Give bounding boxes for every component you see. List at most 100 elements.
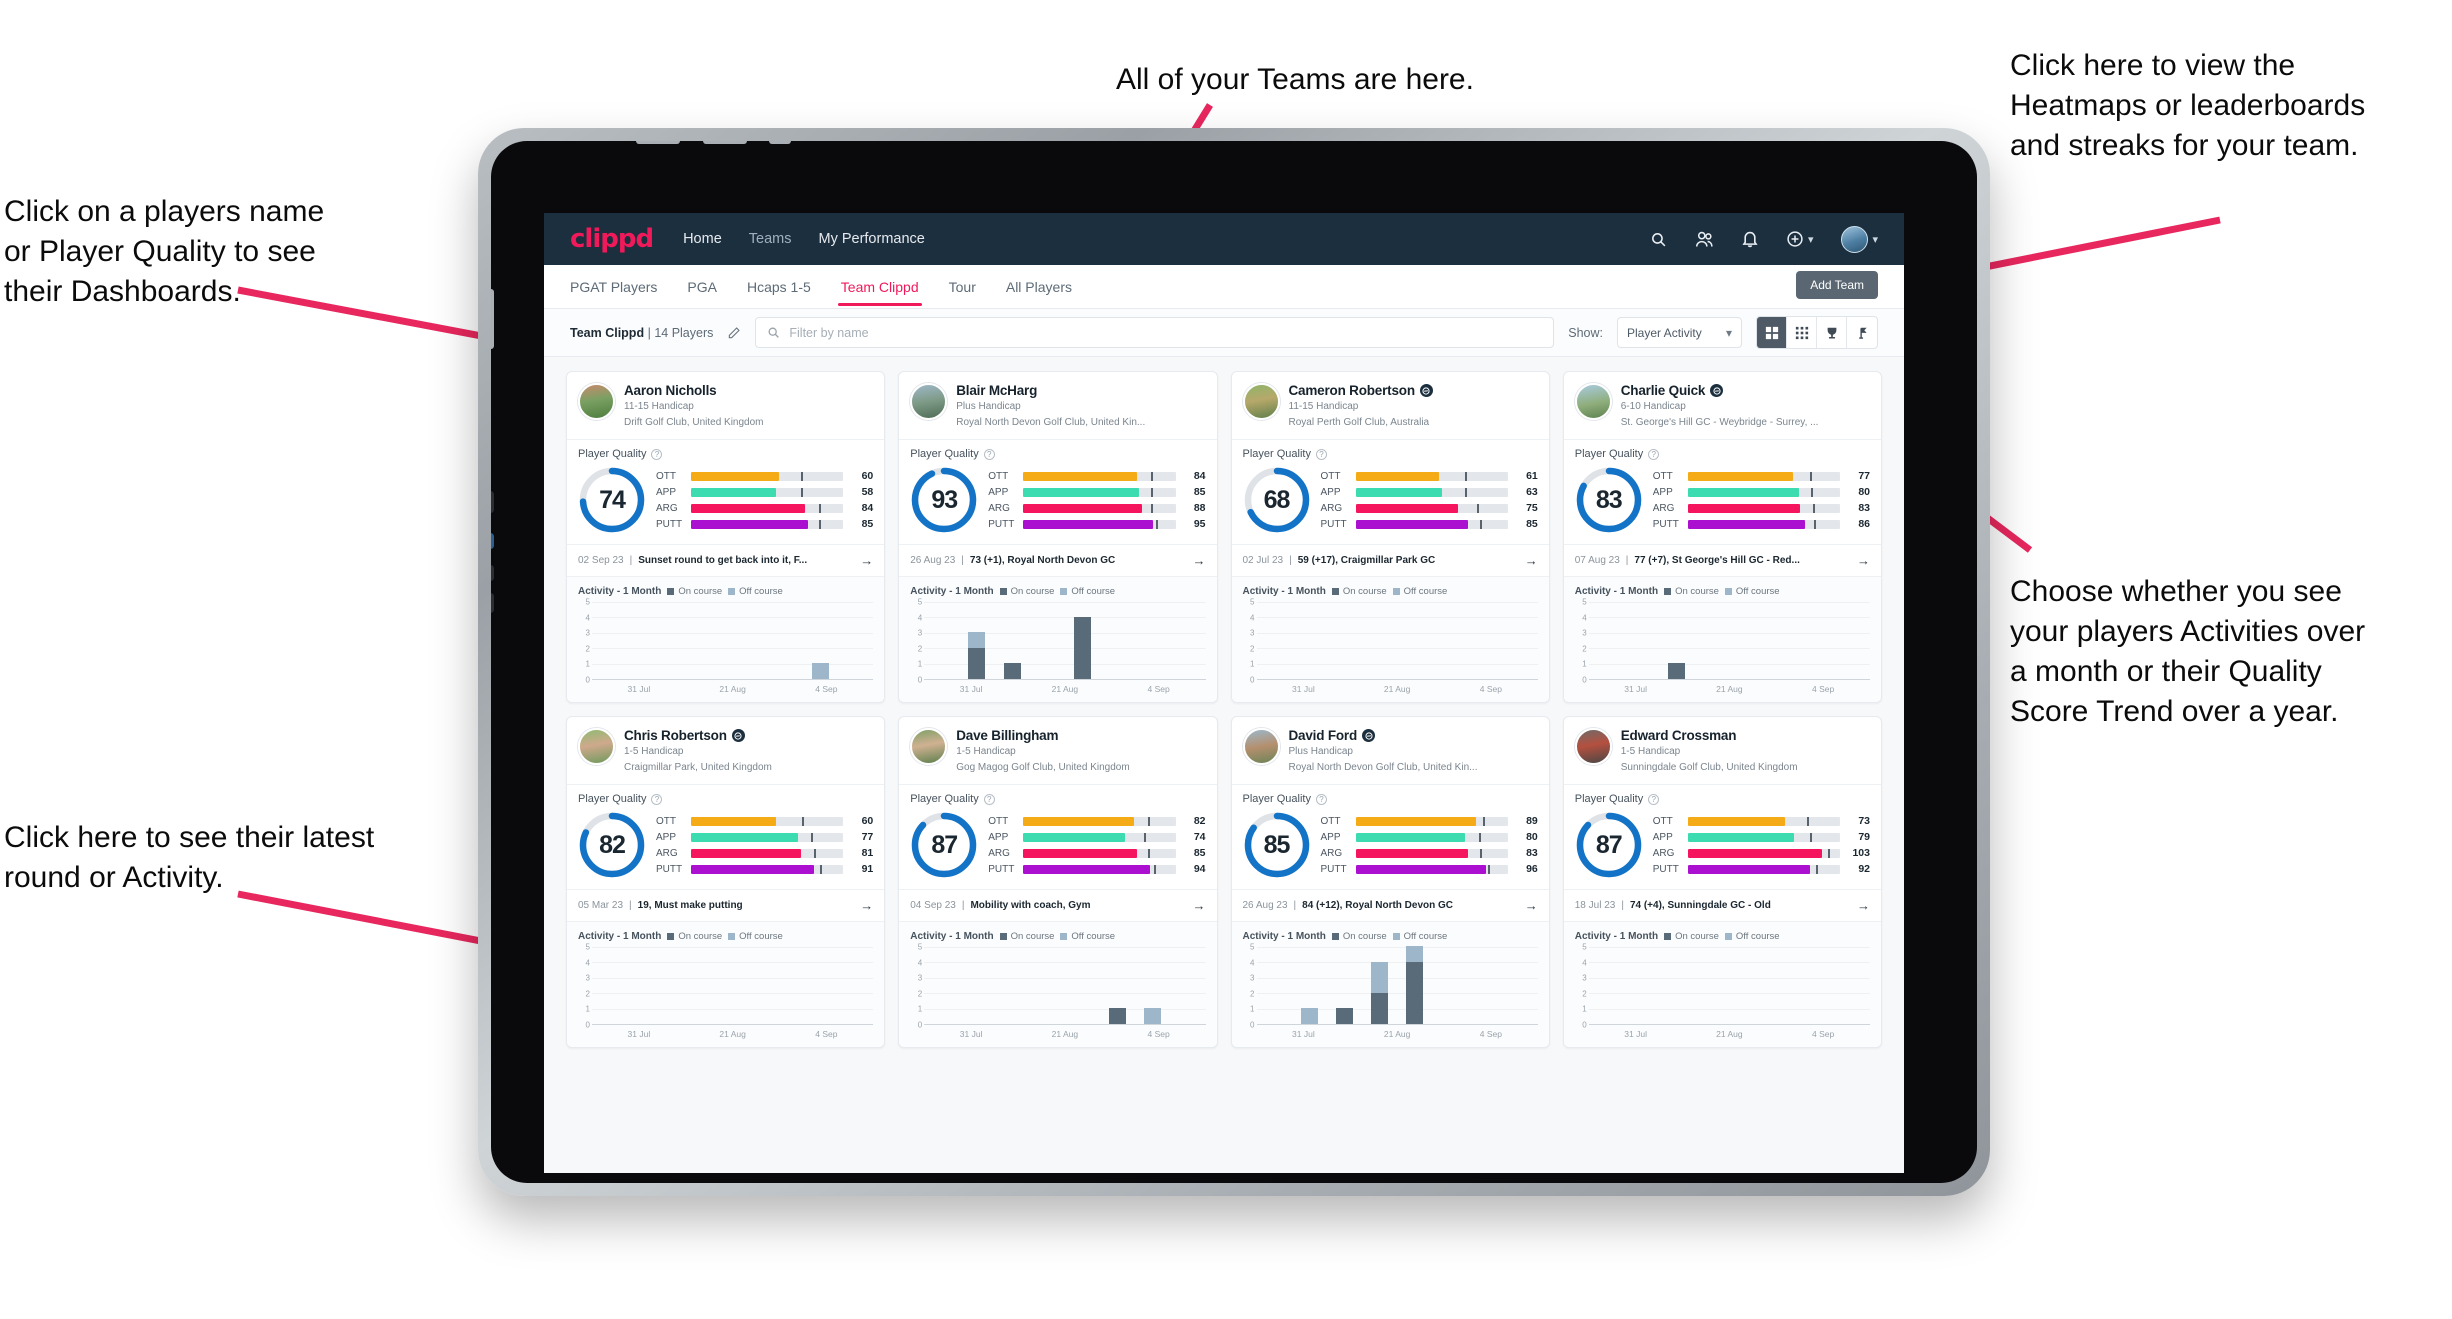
chart-bar-slot xyxy=(1503,602,1538,679)
player-name[interactable]: David Ford xyxy=(1289,728,1358,743)
player-quality-section[interactable]: Player Quality? 87 OTT 73 APP 79 ARG 103 PUTT 92 xyxy=(1563,784,1881,889)
metric-row: OTT 61 xyxy=(1321,470,1538,482)
player-card[interactable]: Cameron Robertson 11-15 Handicap Royal Per… xyxy=(1230,371,1550,703)
legend-swatch-off xyxy=(728,588,736,595)
player-card[interactable]: Chris Robertson 1-5 Handicap Craigmillar P… xyxy=(566,716,886,1048)
activity-chart: 5 4 3 2 1 0 xyxy=(910,943,1206,1030)
search-icon[interactable] xyxy=(1650,231,1667,248)
volume-down-button[interactable] xyxy=(703,141,747,144)
question-mark-icon[interactable]: ? xyxy=(983,448,995,460)
arrow-right-icon[interactable]: → xyxy=(860,553,873,568)
player-quality-section[interactable]: Player Quality? 87 OTT 82 APP 74 ARG 85 PUTT 94 xyxy=(899,784,1217,889)
clippd-logo[interactable]: clippd xyxy=(570,224,654,254)
add-team-button[interactable]: Add Team xyxy=(1796,271,1878,299)
latest-round-row[interactable]: 04 Sep 23 | Mobility with coach, Gym → xyxy=(899,889,1217,921)
player-card-header[interactable]: Cameron Robertson 11-15 Handicap Royal Per… xyxy=(1232,372,1549,439)
question-mark-icon[interactable]: ? xyxy=(651,448,663,460)
question-mark-icon[interactable]: ? xyxy=(1648,448,1660,460)
plus-circle-icon[interactable]: ▾ xyxy=(1786,230,1814,248)
player-card[interactable]: Charlie Quick 6-10 Handicap St. George's H… xyxy=(1562,371,1882,703)
player-card[interactable]: Aaron Nicholls 11-15 Handicap Drift Golf C… xyxy=(566,371,886,703)
player-name[interactable]: Aaron Nicholls xyxy=(624,383,717,398)
chevron-down-icon[interactable]: ▾ xyxy=(1808,233,1814,246)
mute-button[interactable] xyxy=(769,141,791,144)
nav-link-my-performance[interactable]: My Performance xyxy=(818,231,924,247)
pencil-icon[interactable] xyxy=(727,326,741,340)
player-card-header[interactable]: Chris Robertson 1-5 Handicap Craigmillar P… xyxy=(567,717,884,784)
question-mark-icon[interactable]: ? xyxy=(1315,793,1327,805)
show-select[interactable]: Player Activity ▾ xyxy=(1617,317,1742,348)
flag-pin-icon[interactable] xyxy=(1847,317,1877,348)
player-name[interactable]: Edward Crossman xyxy=(1621,728,1737,743)
player-card-header[interactable]: David Ford Plus Handicap Royal North Devon… xyxy=(1232,717,1549,784)
tab-all-players[interactable]: All Players xyxy=(1006,268,1072,305)
player-name[interactable]: Cameron Robertson xyxy=(1289,383,1416,398)
metric-label: APP xyxy=(1652,831,1673,843)
player-card[interactable]: Dave Billingham 1-5 Handicap Gog Magog Gol… xyxy=(898,716,1218,1048)
latest-round-row[interactable]: 05 Mar 23 | 19, Must make putting → xyxy=(567,889,885,921)
latest-round-row[interactable]: 02 Jul 23 | 59 (+17), Craigmillar Park GC → xyxy=(1231,544,1549,576)
question-mark-icon[interactable]: ? xyxy=(651,793,663,805)
player-card-header[interactable]: Dave Billingham 1-5 Handicap Gog Magog Gol… xyxy=(899,717,1216,784)
arrow-right-icon[interactable]: → xyxy=(1857,898,1870,913)
bell-icon[interactable] xyxy=(1742,230,1758,248)
latest-round-row[interactable]: 07 Aug 23 | 77 (+7), St George's Hill GC -… xyxy=(1563,544,1881,576)
tab-pga[interactable]: PGA xyxy=(687,268,717,305)
player-quality-section[interactable]: Player Quality? 74 OTT 60 APP 58 ARG 84 PUTT 85 xyxy=(567,439,885,544)
power-button[interactable] xyxy=(491,289,494,349)
player-name-row[interactable]: Charlie Quick xyxy=(1621,383,1819,398)
player-name-row[interactable]: David Ford xyxy=(1289,728,1478,743)
player-name-row[interactable]: Blair McHarg xyxy=(956,383,1145,398)
player-quality-section[interactable]: Player Quality? 82 OTT 60 APP 77 ARG 81 PUTT 91 xyxy=(567,784,885,889)
player-card[interactable]: Edward Crossman 1-5 Handicap Sunningdale G… xyxy=(1562,716,1882,1048)
player-quality-section[interactable]: Player Quality? 85 OTT 89 APP 80 ARG 83 PUTT 96 xyxy=(1231,784,1549,889)
trophy-icon[interactable] xyxy=(1817,317,1847,348)
player-name[interactable]: Chris Robertson xyxy=(624,728,727,743)
player-quality-section[interactable]: Player Quality? 68 OTT 61 APP 63 ARG 75 PUTT 85 xyxy=(1231,439,1549,544)
question-mark-icon[interactable]: ? xyxy=(1315,448,1327,460)
player-card[interactable]: David Ford Plus Handicap Royal North Devon… xyxy=(1230,716,1550,1048)
latest-round-row[interactable]: 26 Aug 23 | 84 (+12), Royal North Devon GC… xyxy=(1231,889,1549,921)
question-mark-icon[interactable]: ? xyxy=(983,793,995,805)
player-name-row[interactable]: Dave Billingham xyxy=(956,728,1129,743)
latest-round-row[interactable]: 02 Sep 23 | Sunset round to get back into … xyxy=(567,544,885,576)
latest-round-row[interactable]: 18 Jul 23 | 74 (+4), Sunningdale GC - Old → xyxy=(1563,889,1881,921)
player-name-row[interactable]: Chris Robertson xyxy=(624,728,772,743)
player-name-row[interactable]: Cameron Robertson xyxy=(1289,383,1433,398)
player-name[interactable]: Blair McHarg xyxy=(956,383,1037,398)
avatar-menu[interactable]: ▾ xyxy=(1841,225,1878,253)
player-name-row[interactable]: Edward Crossman xyxy=(1621,728,1798,743)
tab-tour[interactable]: Tour xyxy=(949,268,976,305)
arrow-right-icon[interactable]: → xyxy=(1193,553,1206,568)
player-card[interactable]: Blair McHarg Plus Handicap Royal North Dev… xyxy=(898,371,1218,703)
arrow-right-icon[interactable]: → xyxy=(1857,553,1870,568)
grid-small-icon[interactable] xyxy=(1787,317,1817,348)
people-icon[interactable] xyxy=(1695,231,1714,248)
search-input[interactable]: Filter by name xyxy=(755,317,1555,348)
grid-large-icon[interactable] xyxy=(1757,317,1787,348)
question-mark-icon[interactable]: ? xyxy=(1648,793,1660,805)
tab-hcaps-1-5[interactable]: Hcaps 1-5 xyxy=(747,268,811,305)
volume-up-button[interactable] xyxy=(636,141,680,144)
player-card-header[interactable]: Blair McHarg Plus Handicap Royal North Dev… xyxy=(899,372,1216,439)
player-name[interactable]: Dave Billingham xyxy=(956,728,1058,743)
player-quality-section[interactable]: Player Quality? 93 OTT 84 APP 85 ARG 88 PUTT 95 xyxy=(899,439,1217,544)
chevron-down-icon[interactable]: ▾ xyxy=(1872,233,1878,246)
player-name-row[interactable]: Aaron Nicholls xyxy=(624,383,764,398)
nav-link-teams[interactable]: Teams xyxy=(749,231,792,247)
player-card-header[interactable]: Charlie Quick 6-10 Handicap St. George's H… xyxy=(1564,372,1881,439)
arrow-right-icon[interactable]: → xyxy=(1193,898,1206,913)
arrow-right-icon[interactable]: → xyxy=(1525,553,1538,568)
nav-link-home[interactable]: Home xyxy=(683,231,722,247)
quality-score: 87 xyxy=(1595,830,1623,859)
tab-pgat-players[interactable]: PGAT Players xyxy=(570,268,657,305)
arrow-right-icon[interactable]: → xyxy=(1525,898,1538,913)
arrow-right-icon[interactable]: → xyxy=(860,898,873,913)
player-name[interactable]: Charlie Quick xyxy=(1621,383,1706,398)
tab-team-clippd[interactable]: Team Clippd xyxy=(837,268,922,306)
player-card-header[interactable]: Aaron Nicholls 11-15 Handicap Drift Golf C… xyxy=(567,372,884,439)
y-axis-tick: 2 xyxy=(1582,644,1587,654)
player-card-header[interactable]: Edward Crossman 1-5 Handicap Sunningdale G… xyxy=(1564,717,1881,784)
player-quality-section[interactable]: Player Quality? 83 OTT 77 APP 80 ARG 83 PUTT 86 xyxy=(1563,439,1881,544)
latest-round-row[interactable]: 26 Aug 23 | 73 (+1), Royal North Devon GC → xyxy=(899,544,1217,576)
